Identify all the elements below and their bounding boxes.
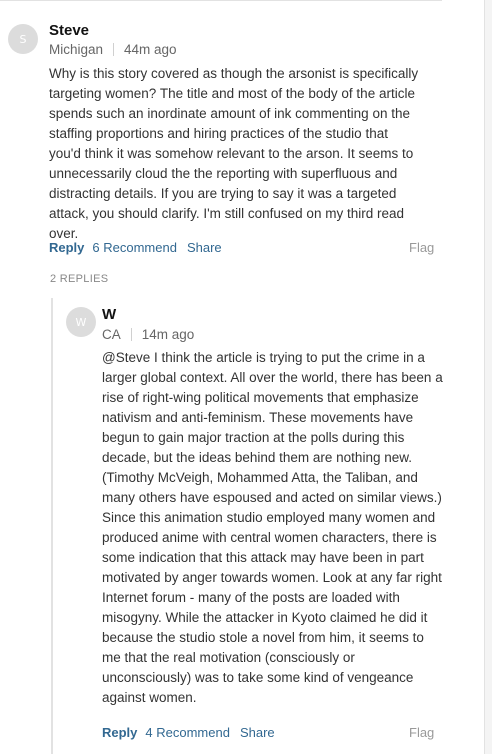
scrollbar-track[interactable] xyxy=(484,0,492,754)
replies-count[interactable]: 2 REPLIES xyxy=(50,273,108,285)
meta-separator xyxy=(113,43,115,56)
recommend-button[interactable]: 4 Recommend xyxy=(145,725,230,740)
avatar: S xyxy=(8,24,38,54)
avatar-initial: W xyxy=(75,315,87,329)
recommend-button[interactable]: 6 Recommend xyxy=(92,240,177,255)
reply-button[interactable]: Reply xyxy=(102,725,137,740)
reply-actions: Reply 4 Recommend Share xyxy=(102,725,275,740)
divider xyxy=(0,0,442,1)
meta-separator xyxy=(130,328,132,341)
comment-time: 44m ago xyxy=(124,42,177,57)
comment-body: Why is this story covered as though the … xyxy=(49,66,419,241)
share-button[interactable]: Share xyxy=(240,725,275,740)
comment-meta: Michigan 44m ago xyxy=(49,42,177,57)
comment-actions: Reply 6 Recommend Share xyxy=(49,240,222,255)
reply-location: CA xyxy=(102,327,121,342)
reply-button[interactable]: Reply xyxy=(49,240,84,255)
flag-button[interactable]: Flag xyxy=(409,240,434,255)
comment-location: Michigan xyxy=(49,42,104,57)
reply-avatar: W xyxy=(66,307,96,337)
flag-button[interactable]: Flag xyxy=(409,725,434,740)
thread-line xyxy=(51,298,53,754)
comments-panel: S Steve Michigan 44m ago Why is this sto… xyxy=(0,0,492,754)
reply-body: @Steve I think the article is trying to … xyxy=(102,350,443,705)
comment-author[interactable]: Steve xyxy=(49,22,89,39)
reply-author[interactable]: W xyxy=(102,306,116,323)
share-button[interactable]: Share xyxy=(187,240,222,255)
reply-time: 14m ago xyxy=(141,327,195,342)
reply-meta: CA 14m ago xyxy=(102,327,194,342)
avatar-initial: S xyxy=(19,32,27,46)
